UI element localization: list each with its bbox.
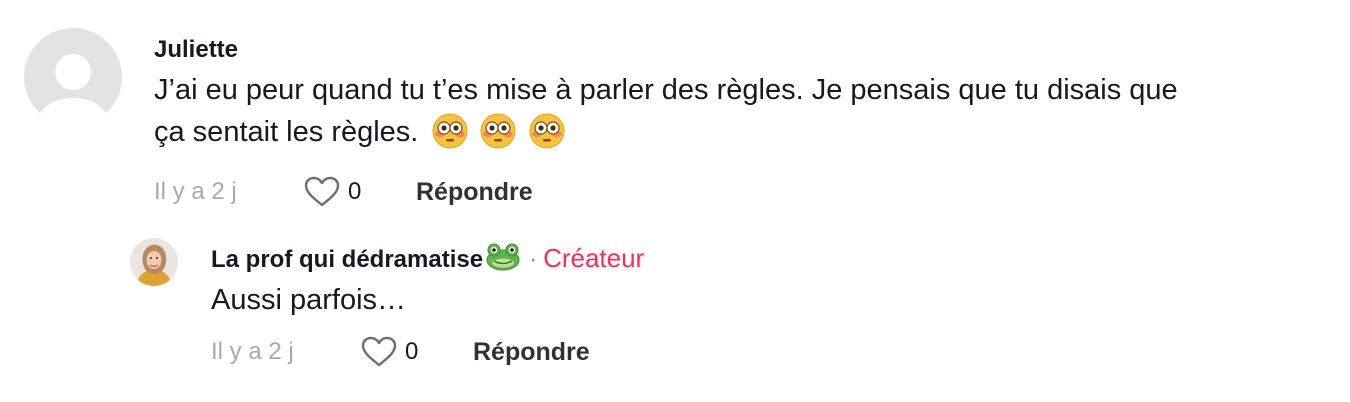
comment-text-line: ça sentait les règles. [154, 111, 1178, 161]
reply-button[interactable]: Répondre [416, 178, 533, 207]
comment-header: La prof qui dédramatise · Créateur [211, 243, 644, 275]
heart-outline-icon[interactable] [361, 336, 397, 368]
like-button[interactable]: 0 [361, 336, 473, 368]
reply-comment: La prof qui dédramatise · Créateur Aussi … [130, 238, 1330, 369]
avatar[interactable] [24, 28, 122, 126]
heart-outline-icon[interactable] [304, 176, 340, 208]
creator-badge: Créateur [543, 243, 645, 273]
creator-avatar-photo [130, 238, 178, 286]
avatar[interactable] [130, 238, 178, 286]
emoji-group [432, 113, 568, 161]
flushed-face-icon [529, 113, 565, 149]
comment-text-fragment: ça sentait les règles. [154, 116, 419, 148]
comment-username[interactable]: Juliette [154, 35, 1178, 65]
comment-text: Aussi parfois… [211, 284, 407, 316]
comment-body: Juliette J’ai eu peur quand tu t’es mise… [154, 35, 1178, 209]
reply-button[interactable]: Répondre [473, 338, 590, 367]
avatar-body-shape [37, 98, 109, 126]
comment: Juliette J’ai eu peur quand tu t’es mise… [24, 28, 1334, 209]
comment-timestamp: Il y a 2 j [154, 178, 237, 205]
like-count: 0 [348, 178, 362, 205]
comment-meta: Il y a 2 j 0 Répondre [211, 335, 644, 369]
separator: · [529, 246, 538, 273]
comment-meta: Il y a 2 j 0 Répondre [154, 175, 1178, 209]
comment-username[interactable]: La prof qui dédramatise [211, 246, 483, 273]
like-count: 0 [405, 338, 419, 365]
comment-text-line: J’ai eu peur quand tu t’es mise à parler… [154, 74, 1178, 106]
flushed-face-icon [480, 113, 516, 149]
comment-timestamp: Il y a 2 j [211, 338, 294, 365]
comment-text: J’ai eu peur quand tu t’es mise à parler… [154, 69, 1178, 161]
avatar-head-shape [55, 54, 91, 90]
frog-face-icon [486, 243, 520, 271]
comment-body: La prof qui dédramatise · Créateur Aussi … [211, 243, 644, 369]
like-button[interactable]: 0 [304, 176, 416, 208]
flushed-face-icon [432, 113, 468, 149]
